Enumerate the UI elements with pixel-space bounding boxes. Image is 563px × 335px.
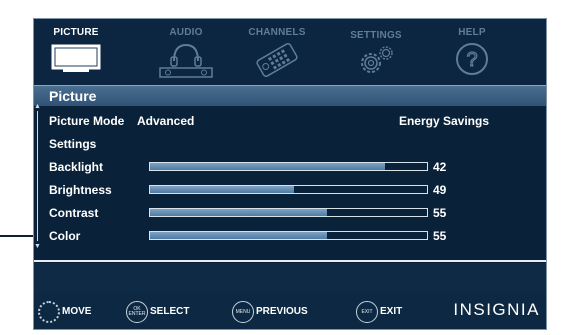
svg-text:?: ? [466,49,477,71]
backlight-slider[interactable] [149,162,428,171]
contrast-slider[interactable] [149,208,428,217]
brand-logo: INSIGNIA [453,300,540,319]
headphones-speaker-icon [159,43,213,78]
hint-label: MOVE [62,306,92,317]
tv-icon [51,44,101,72]
tab-help[interactable]: HELP ? [432,19,512,85]
energy-savings-label: Energy Savings [398,114,489,128]
tab-bar: PICTURE AUDIO CHANNELS SETTINGS HELP ? [34,19,546,85]
hint-label: SELECT [150,306,190,317]
button-caption: OK ENTER [128,306,146,317]
row-label: Picture Mode [49,114,125,128]
menu-title: Picture [49,88,97,104]
contrast-value: 55 [433,206,447,220]
dpad-icon [38,301,60,323]
tab-channels[interactable]: CHANNELS [232,19,322,85]
tab-label: AUDIO [169,27,203,38]
color-slider-fill [150,232,328,239]
row-label: Settings [49,137,97,151]
contrast-slider-fill [150,209,328,216]
menu-button-icon: MENU [232,301,254,323]
scrollbar[interactable]: ▲ ▼ [34,103,41,250]
ok-enter-icon: OK ENTER [126,301,148,323]
tab-label: HELP [458,27,486,38]
menu-row-backlight[interactable]: Backlight 42 [49,157,536,177]
hint-label: EXIT [380,306,403,317]
tab-label: SETTINGS [350,30,402,41]
brightness-slider[interactable] [149,185,428,194]
gears-icon [361,46,393,73]
menu-row-contrast[interactable]: Contrast 55 [49,203,536,223]
tab-settings[interactable]: SETTINGS [336,19,416,85]
backlight-slider-fill [150,163,386,170]
tab-picture[interactable]: PICTURE [36,19,116,85]
footer-divider [34,260,546,262]
brightness-slider-fill [150,186,295,193]
menu-content: ▲ ▼ Picture Mode Advanced Energy Savings… [34,103,546,263]
tab-audio[interactable]: AUDIO [146,19,226,85]
tab-label: PICTURE [53,27,99,38]
color-value: 55 [433,229,447,243]
row-label: Backlight [49,160,104,174]
remote-control-icon [256,43,298,77]
row-label: Contrast [49,206,99,220]
hint-label: PREVIOUS [256,306,308,317]
menu-row-settings[interactable]: Settings [49,134,536,154]
button-caption: EXIT [361,309,373,315]
backlight-value: 42 [433,160,447,174]
menu-row-brightness[interactable]: Brightness 49 [49,180,536,200]
menu-row-picture-mode[interactable]: Picture Mode Advanced Energy Savings [49,111,536,131]
menu-title-bar: Picture [34,85,546,107]
scroll-down-icon[interactable]: ▼ [34,243,41,250]
menu-row-color[interactable]: Color 55 [49,226,536,246]
exit-button-icon: EXIT [356,301,378,323]
callout-line [0,235,33,237]
color-slider[interactable] [149,231,428,240]
picture-mode-value: Advanced [137,114,195,128]
tv-menu-window: PICTURE AUDIO CHANNELS SETTINGS HELP ? P… [33,18,547,330]
button-caption: MENU [235,309,251,315]
scroll-up-icon[interactable]: ▲ [34,103,41,110]
question-icon: ? [456,43,488,75]
row-label: Brightness [49,183,112,197]
tab-label: CHANNELS [248,27,306,38]
brightness-value: 49 [433,183,447,197]
row-label: Color [49,229,81,243]
button-hint-bar: MOVE OK ENTER SELECT MENU PREVIOUS EXIT … [34,293,546,329]
scrollbar-track [37,111,38,241]
